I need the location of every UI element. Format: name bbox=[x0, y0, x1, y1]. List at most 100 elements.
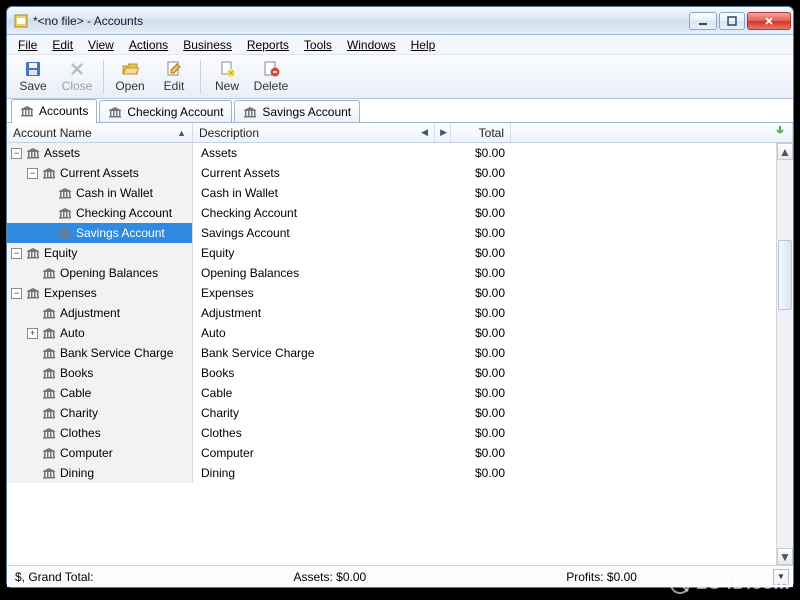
arrow-down-icon[interactable] bbox=[774, 125, 786, 140]
menu-edit[interactable]: Edit bbox=[45, 36, 80, 54]
account-name: Clothes bbox=[60, 426, 101, 440]
bank-icon bbox=[42, 347, 56, 359]
cell-desc: Opening Balances bbox=[193, 263, 451, 283]
tab-label: Checking Account bbox=[127, 105, 223, 119]
table-row[interactable]: Opening BalancesOpening Balances$0.00 bbox=[7, 263, 776, 283]
cell-desc: Books bbox=[193, 363, 451, 383]
table-row[interactable]: −EquityEquity$0.00 bbox=[7, 243, 776, 263]
new-label: New bbox=[215, 79, 239, 93]
titlebar[interactable]: *<no file> - Accounts bbox=[7, 7, 793, 35]
menu-reports[interactable]: Reports bbox=[240, 36, 296, 54]
menu-file[interactable]: File bbox=[11, 36, 44, 54]
window-buttons bbox=[689, 12, 791, 30]
menu-actions[interactable]: Actions bbox=[122, 36, 175, 54]
menu-business[interactable]: Business bbox=[176, 36, 239, 54]
col-account-name[interactable]: Account Name▲ bbox=[7, 123, 193, 142]
vertical-scrollbar[interactable]: ▲ ▼ bbox=[776, 143, 793, 565]
cell-total: $0.00 bbox=[451, 443, 511, 463]
cell-name: Opening Balances bbox=[7, 263, 193, 283]
menubar: File Edit View Actions Business Reports … bbox=[7, 35, 793, 55]
cell-name: Charity bbox=[7, 403, 193, 423]
scroll-thumb[interactable] bbox=[778, 240, 792, 310]
table-row[interactable]: AdjustmentAdjustment$0.00 bbox=[7, 303, 776, 323]
bank-icon bbox=[42, 327, 56, 339]
minimize-button[interactable] bbox=[689, 12, 717, 30]
scroll-down-button[interactable]: ▼ bbox=[777, 548, 793, 565]
expand-icon[interactable]: + bbox=[27, 328, 38, 339]
scroll-track[interactable] bbox=[777, 160, 793, 548]
open-button[interactable]: Open bbox=[108, 57, 152, 97]
table-row[interactable]: −AssetsAssets$0.00 bbox=[7, 143, 776, 163]
cell-desc: Dining bbox=[193, 463, 451, 483]
cell-desc: Cable bbox=[193, 383, 451, 403]
close-button[interactable] bbox=[747, 12, 791, 30]
table-row[interactable]: BooksBooks$0.00 bbox=[7, 363, 776, 383]
bank-icon bbox=[58, 187, 72, 199]
menu-windows[interactable]: Windows bbox=[340, 36, 403, 54]
new-button[interactable]: New bbox=[205, 57, 249, 97]
table-row[interactable]: Cash in WalletCash in Wallet$0.00 bbox=[7, 183, 776, 203]
rows-container[interactable]: −AssetsAssets$0.00−Current AssetsCurrent… bbox=[7, 143, 776, 565]
collapse-icon[interactable]: − bbox=[27, 168, 38, 179]
bank-icon bbox=[26, 287, 40, 299]
scroll-up-button[interactable]: ▲ bbox=[777, 143, 793, 160]
status-grand-total: $, Grand Total: bbox=[15, 570, 94, 584]
cell-total: $0.00 bbox=[451, 183, 511, 203]
table-row[interactable]: CharityCharity$0.00 bbox=[7, 403, 776, 423]
delete-icon bbox=[262, 60, 280, 78]
account-name: Computer bbox=[60, 446, 113, 460]
cell-desc: Savings Account bbox=[193, 223, 451, 243]
grid-body: −AssetsAssets$0.00−Current AssetsCurrent… bbox=[7, 143, 793, 565]
close-label: Close bbox=[62, 79, 93, 93]
table-row[interactable]: −ExpensesExpenses$0.00 bbox=[7, 283, 776, 303]
table-row[interactable]: ComputerComputer$0.00 bbox=[7, 443, 776, 463]
cell-desc: Expenses bbox=[193, 283, 451, 303]
table-row[interactable]: DiningDining$0.00 bbox=[7, 463, 776, 483]
table-row[interactable]: CableCable$0.00 bbox=[7, 383, 776, 403]
status-profits: Profits: $0.00 bbox=[566, 570, 637, 584]
save-button[interactable]: Save bbox=[11, 57, 55, 97]
col-spacer[interactable]: ▶ bbox=[435, 123, 451, 142]
table-row[interactable]: +AutoAuto$0.00 bbox=[7, 323, 776, 343]
edit-button[interactable]: Edit bbox=[152, 57, 196, 97]
cell-name: − Assets bbox=[7, 143, 193, 163]
cell-desc: Bank Service Charge bbox=[193, 343, 451, 363]
tab-accounts[interactable]: Accounts bbox=[11, 99, 97, 122]
table-row[interactable]: Savings AccountSavings Account$0.00 bbox=[7, 223, 776, 243]
account-name: Auto bbox=[60, 326, 85, 340]
bank-icon bbox=[42, 167, 56, 179]
table-row[interactable]: Bank Service ChargeBank Service Charge$0… bbox=[7, 343, 776, 363]
delete-button[interactable]: Delete bbox=[249, 57, 293, 97]
cell-desc: Assets bbox=[193, 143, 451, 163]
cell-total: $0.00 bbox=[451, 263, 511, 283]
table-row[interactable]: ClothesClothes$0.00 bbox=[7, 423, 776, 443]
window-title: *<no file> - Accounts bbox=[33, 14, 689, 28]
open-label: Open bbox=[115, 79, 144, 93]
col-description[interactable]: Description◀ bbox=[193, 123, 435, 142]
tab-savings-account[interactable]: Savings Account bbox=[234, 100, 360, 122]
account-name: Assets bbox=[44, 146, 80, 160]
cell-name: Checking Account bbox=[7, 203, 193, 223]
tab-checking-account[interactable]: Checking Account bbox=[99, 100, 232, 122]
col-total[interactable]: Total bbox=[451, 123, 511, 142]
cell-total: $0.00 bbox=[451, 343, 511, 363]
collapse-icon[interactable]: − bbox=[11, 148, 22, 159]
cell-total: $0.00 bbox=[451, 363, 511, 383]
table-row[interactable]: −Current AssetsCurrent Assets$0.00 bbox=[7, 163, 776, 183]
bank-icon bbox=[42, 407, 56, 419]
menu-view[interactable]: View bbox=[81, 36, 121, 54]
account-name: Adjustment bbox=[60, 306, 120, 320]
account-name: Expenses bbox=[44, 286, 97, 300]
maximize-button[interactable] bbox=[719, 12, 745, 30]
status-assets: Assets: $0.00 bbox=[294, 570, 367, 584]
cell-name: Savings Account bbox=[7, 223, 193, 243]
menu-help[interactable]: Help bbox=[404, 36, 443, 54]
col-filler[interactable] bbox=[511, 123, 793, 142]
table-row[interactable]: Checking AccountChecking Account$0.00 bbox=[7, 203, 776, 223]
menu-tools[interactable]: Tools bbox=[297, 36, 339, 54]
delete-label: Delete bbox=[254, 79, 289, 93]
collapse-icon[interactable]: − bbox=[11, 288, 22, 299]
cell-total: $0.00 bbox=[451, 463, 511, 483]
account-name: Equity bbox=[44, 246, 77, 260]
collapse-icon[interactable]: − bbox=[11, 248, 22, 259]
